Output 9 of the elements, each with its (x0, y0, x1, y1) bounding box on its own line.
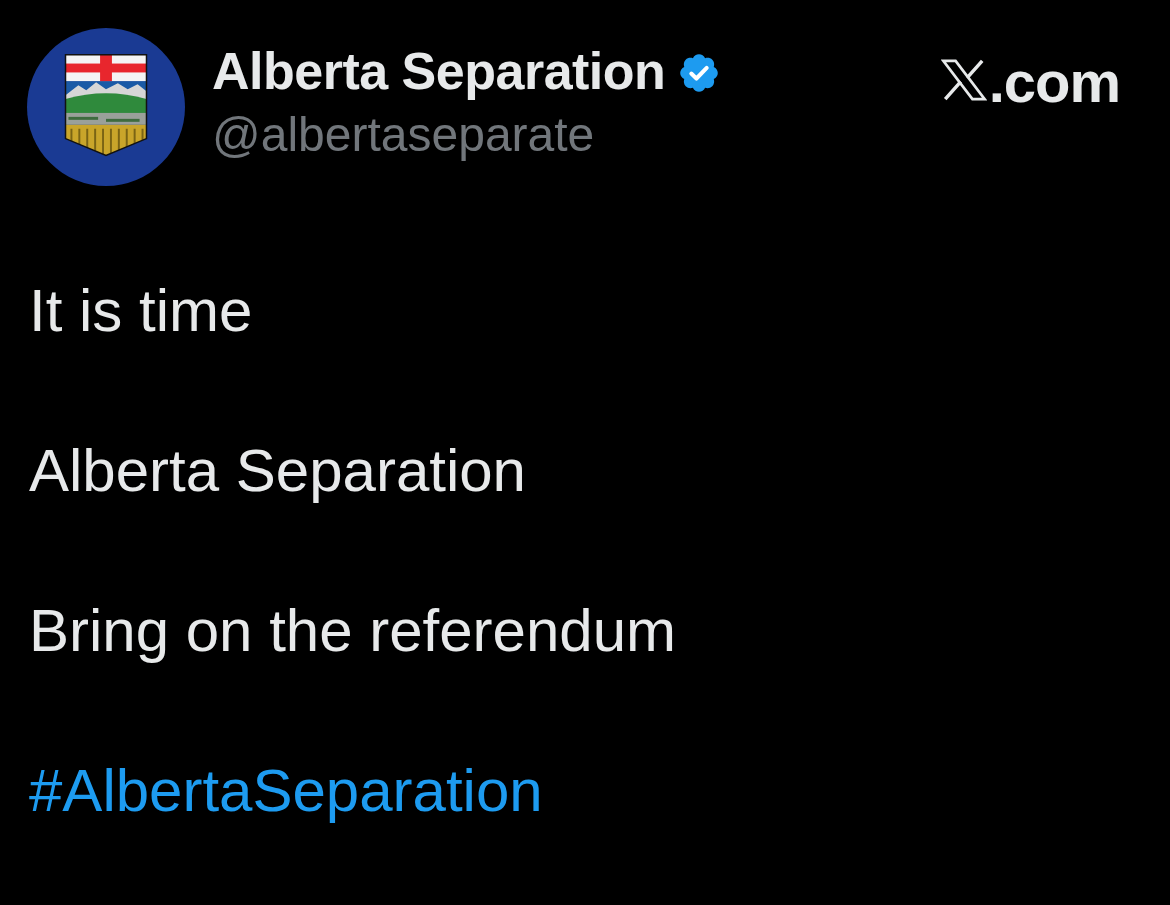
shield-avatar-icon (27, 28, 185, 186)
account-handle: @albertaseparate (212, 107, 596, 163)
hashtag-link[interactable]: #AlbertaSeparation (29, 751, 543, 831)
site-label: .com (988, 53, 1120, 111)
post-text: It is time (29, 276, 253, 346)
account-name: Alberta Separation (212, 41, 666, 101)
post-text: Bring on the referendum (29, 596, 677, 666)
post-text: Alberta Separation (29, 436, 526, 506)
x-logo-icon (940, 58, 987, 102)
